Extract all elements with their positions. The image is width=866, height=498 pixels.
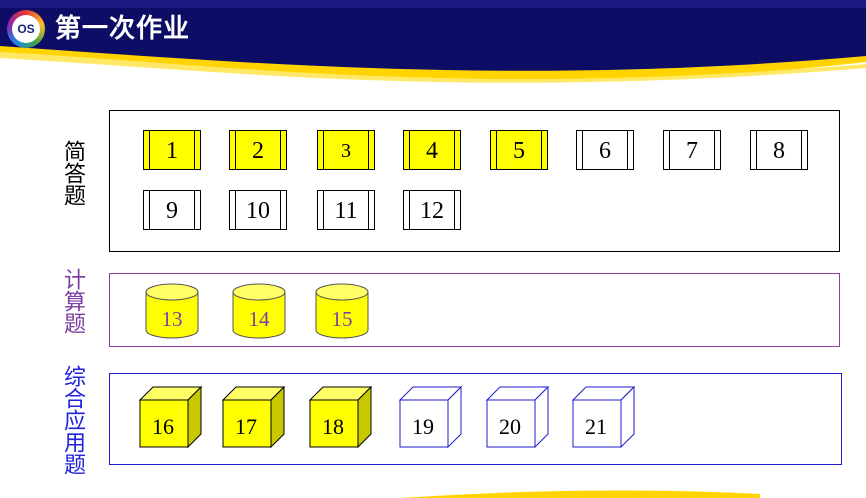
question-number: 1 — [166, 138, 178, 164]
question-button-4[interactable]: 4 — [403, 130, 461, 170]
question-button-2[interactable]: 2 — [229, 130, 287, 170]
question-number: 5 — [513, 138, 525, 164]
question-number: 19 — [412, 414, 434, 439]
question-number: 17 — [235, 414, 257, 439]
question-number: 13 — [161, 307, 183, 331]
question-button-7[interactable]: 7 — [663, 130, 721, 170]
question-button-11[interactable]: 11 — [317, 190, 375, 230]
question-number: 18 — [322, 414, 344, 439]
question-number: 2 — [252, 138, 264, 164]
logo-text: OS — [12, 15, 40, 43]
question-button-6[interactable]: 6 — [576, 130, 634, 170]
question-number: 16 — [152, 414, 174, 439]
question-button-12[interactable]: 12 — [403, 190, 461, 230]
short-answer-panel — [109, 110, 840, 252]
question-button-21[interactable]: 21 — [572, 386, 636, 448]
question-number: 8 — [773, 138, 785, 164]
question-button-10[interactable]: 10 — [229, 190, 287, 230]
calculation-panel — [109, 273, 840, 347]
question-number: 20 — [499, 414, 521, 439]
page-title: 第一次作业 — [55, 14, 191, 44]
question-button-13[interactable]: 13 — [145, 283, 199, 339]
question-number: 9 — [166, 198, 178, 224]
question-button-20[interactable]: 20 — [486, 386, 550, 448]
question-button-9[interactable]: 9 — [143, 190, 201, 230]
question-number: 11 — [334, 198, 358, 224]
section-label-calculation: 计算题 — [60, 268, 85, 334]
question-button-15[interactable]: 15 — [315, 283, 369, 339]
question-number: 6 — [599, 138, 611, 164]
section-label-short-answer: 简答题 — [60, 140, 85, 206]
question-button-3[interactable]: 3 — [317, 130, 375, 170]
question-number: 7 — [686, 138, 698, 164]
question-number: 12 — [420, 198, 444, 224]
footer-stripe — [400, 490, 760, 498]
header-banner: OS 第一次作业 — [0, 0, 866, 90]
question-button-5[interactable]: 5 — [490, 130, 548, 170]
question-button-16[interactable]: 16 — [139, 386, 203, 448]
question-button-8[interactable]: 8 — [750, 130, 808, 170]
question-button-19[interactable]: 19 — [399, 386, 463, 448]
question-number: 14 — [248, 307, 270, 331]
question-button-17[interactable]: 17 — [222, 386, 286, 448]
section-label-comprehensive: 综合应用题 — [60, 365, 85, 475]
question-button-18[interactable]: 18 — [309, 386, 373, 448]
question-button-1[interactable]: 1 — [143, 130, 201, 170]
question-number: 4 — [426, 138, 438, 164]
question-button-14[interactable]: 14 — [232, 283, 286, 339]
comprehensive-panel — [109, 373, 842, 465]
os-logo: OS — [7, 10, 45, 48]
question-number: 3 — [341, 140, 351, 162]
question-number: 15 — [331, 307, 353, 331]
question-number: 10 — [246, 198, 270, 224]
question-number: 21 — [585, 414, 607, 439]
